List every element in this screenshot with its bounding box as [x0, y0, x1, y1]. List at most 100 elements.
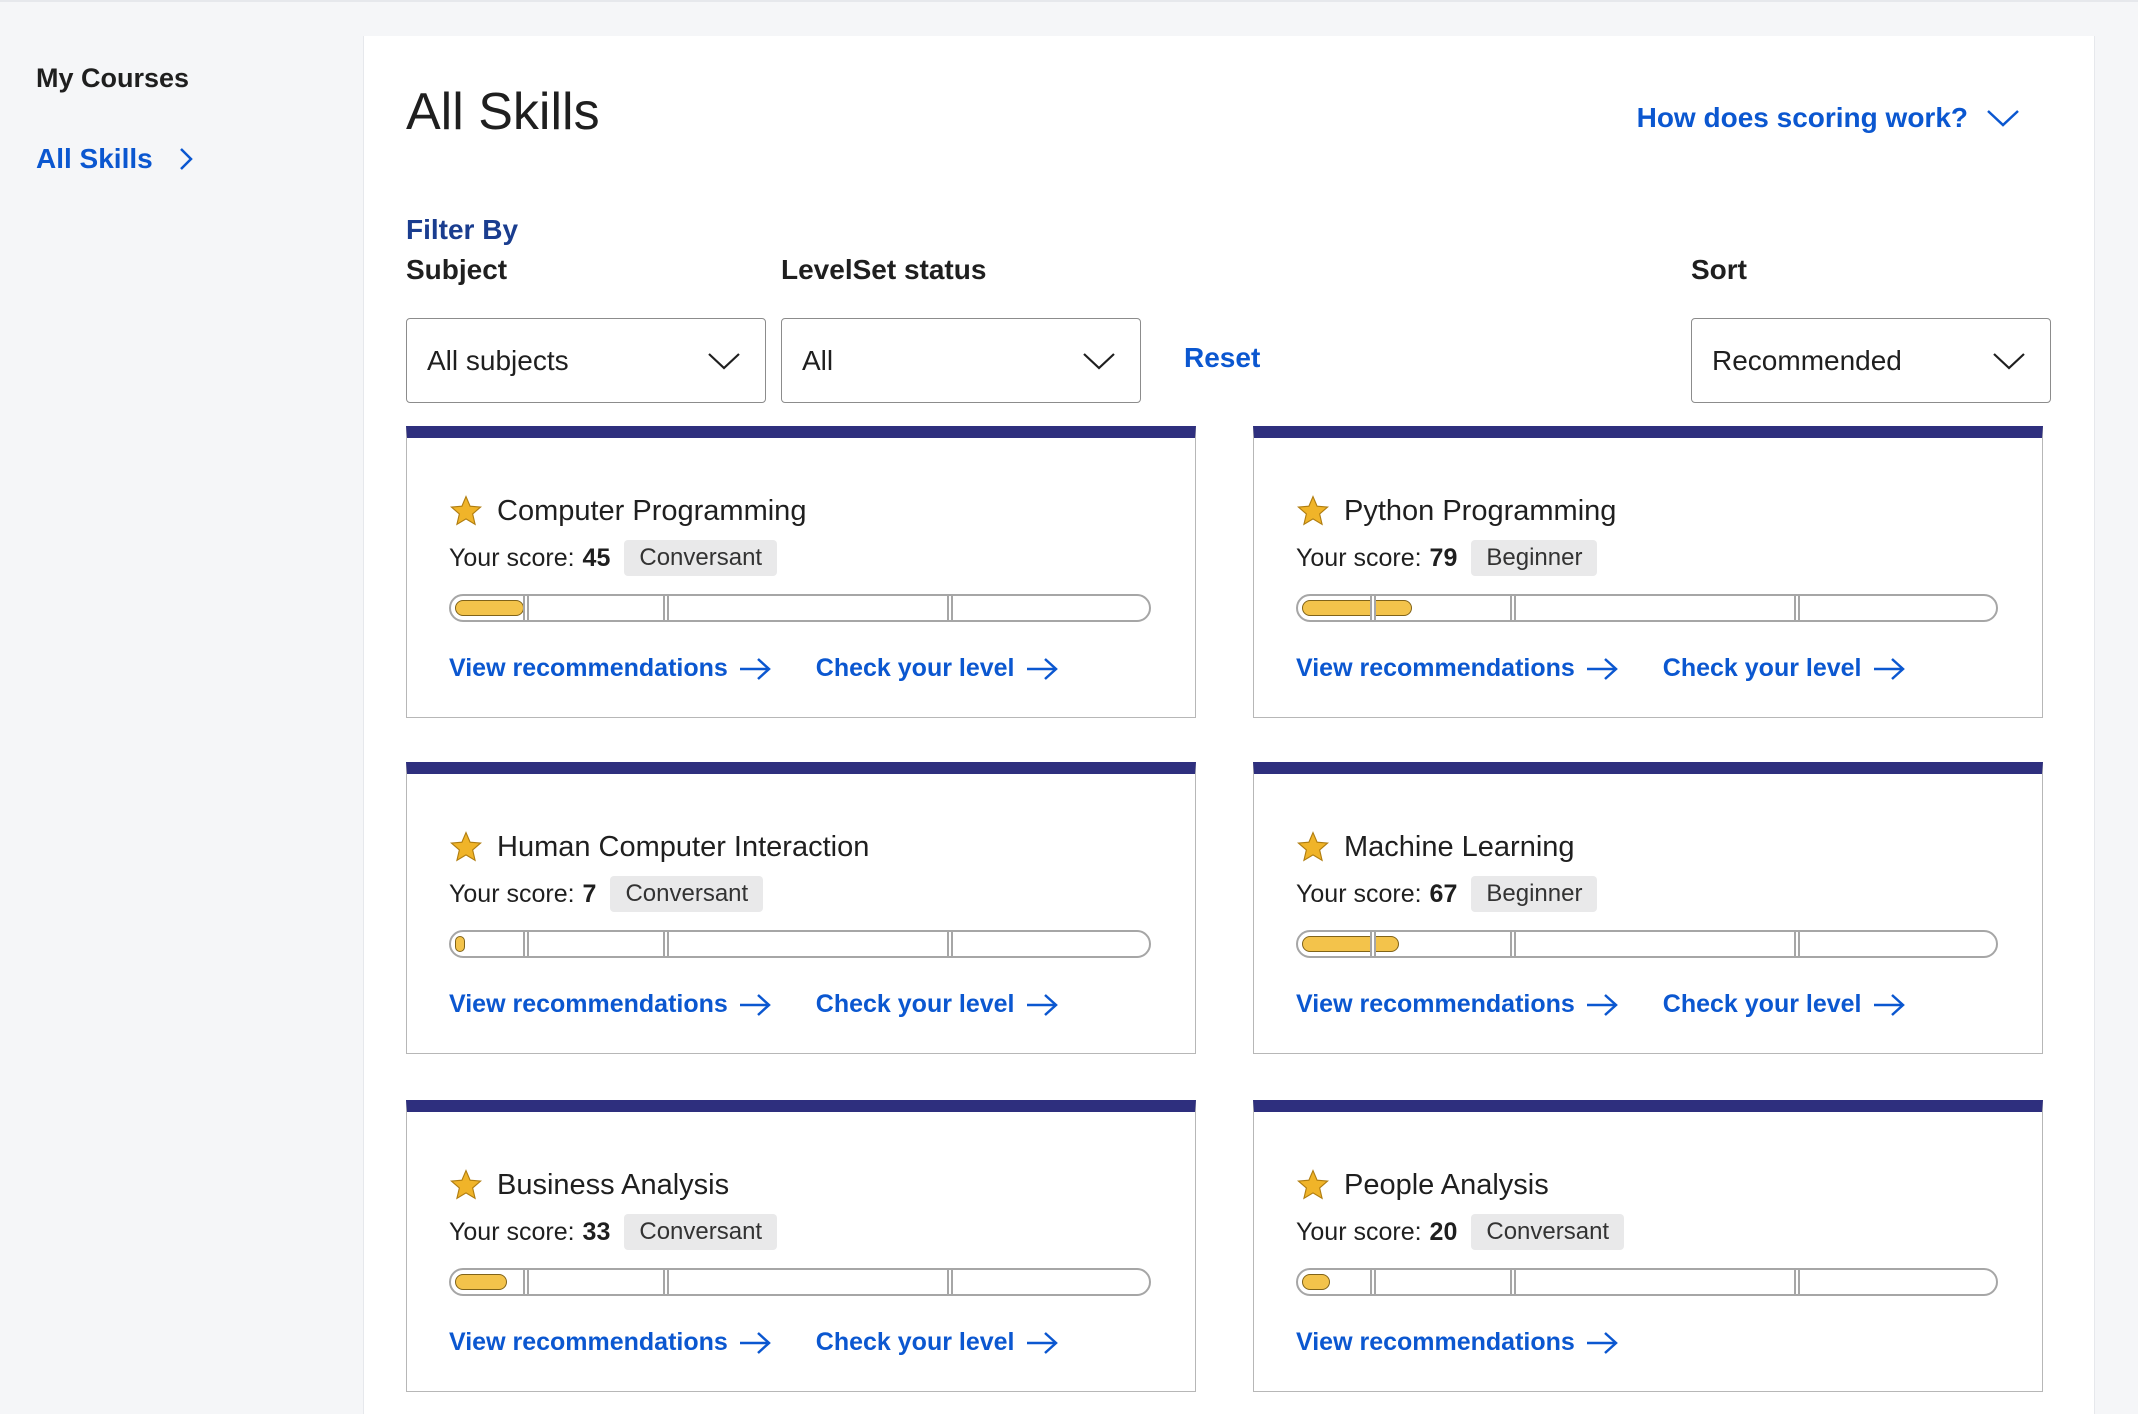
levelset-filter-label: LevelSet status: [781, 254, 987, 285]
subject-select-value: All subjects: [427, 344, 569, 376]
check-your-level-link[interactable]: Check your level: [816, 990, 1059, 1019]
star-icon: [450, 1169, 482, 1200]
score-row: Your score: 67 Beginner: [1296, 876, 1598, 912]
reset-filters-button[interactable]: Reset: [1184, 342, 1260, 374]
level-badge: Beginner: [1471, 876, 1598, 912]
skill-name: Computer Programming: [497, 494, 807, 527]
page-title: All Skills: [406, 83, 600, 141]
check-your-level-link[interactable]: Check your level: [816, 1328, 1059, 1357]
progress-divider: [947, 932, 953, 956]
skill-title-row: Human Computer Interaction: [449, 830, 869, 864]
progress-fill: [455, 936, 465, 952]
card-actions: View recommendations Check your level: [1296, 654, 1950, 683]
star-icon: [450, 831, 482, 862]
check-level-label: Check your level: [815, 1328, 1015, 1356]
view-recommendations-label: View recommendations: [449, 654, 728, 682]
score-row: Your score: 33 Conversant: [449, 1214, 778, 1250]
skill-title-row: Business Analysis: [449, 1168, 729, 1202]
filter-by-heading: Filter By: [406, 214, 519, 245]
skill-name: Human Computer Interaction: [497, 830, 870, 863]
score-value: 45: [582, 543, 611, 572]
sidebar: My Courses All Skills: [36, 58, 336, 175]
skill-card: Python Programming Your score: 79 Beginner V…: [1253, 426, 2043, 718]
subject-select[interactable]: All subjects: [406, 318, 766, 403]
progress-divider: [663, 932, 669, 956]
view-recommendations-link[interactable]: View recommendations: [1296, 990, 1619, 1019]
progress-divider: [1794, 596, 1800, 620]
sort-label: Sort: [1691, 254, 1747, 285]
check-level-label: Check your level: [815, 654, 1015, 682]
score-value: 79: [1429, 543, 1458, 572]
sort-select[interactable]: Recommended: [1691, 318, 2051, 403]
score-value: 20: [1429, 1217, 1458, 1246]
progress-divider: [523, 596, 529, 620]
card-actions: View recommendations Check your level: [449, 990, 1103, 1019]
arrow-right-icon: [1026, 1331, 1058, 1354]
score-progress-bar: [449, 1268, 1151, 1296]
score-value: 33: [582, 1217, 611, 1246]
card-actions: View recommendations: [1296, 1328, 1663, 1357]
score-label: Your score:: [1296, 879, 1422, 908]
sort-select-value: Recommended: [1712, 344, 1902, 376]
sidebar-heading[interactable]: My Courses: [36, 58, 336, 98]
score-progress-bar: [449, 594, 1151, 622]
view-recommendations-label: View recommendations: [449, 1328, 728, 1356]
skill-card: People Analysis Your score: 20 Conversant Vi…: [1253, 1100, 2043, 1392]
check-your-level-link[interactable]: Check your level: [816, 654, 1059, 683]
level-badge: Conversant: [610, 876, 764, 912]
skill-card: Business Analysis Your score: 33 Conversant…: [406, 1100, 1196, 1392]
score-value: 67: [1429, 879, 1458, 908]
scoring-info-toggle[interactable]: How does scoring work?: [1637, 102, 2020, 134]
arrow-right-icon: [1873, 993, 1905, 1016]
progress-fill: [455, 1274, 507, 1290]
progress-divider: [1794, 1270, 1800, 1294]
arrow-right-icon: [1026, 657, 1058, 680]
score-label: Your score:: [449, 1217, 575, 1246]
sidebar-item-label: All Skills: [36, 143, 153, 174]
sidebar-item-all-skills[interactable]: All Skills: [36, 143, 336, 175]
progress-divider: [523, 1270, 529, 1294]
skill-card: Human Computer Interaction Your score: 7 Co…: [406, 762, 1196, 1054]
levelset-select[interactable]: All: [781, 318, 1141, 403]
arrow-right-icon: [739, 1331, 771, 1354]
skill-name: Business Analysis: [497, 1168, 730, 1201]
skill-title-row: Machine Learning: [1296, 830, 1575, 864]
view-recommendations-link[interactable]: View recommendations: [449, 990, 772, 1019]
score-progress-bar: [449, 930, 1151, 958]
score-row: Your score: 79 Beginner: [1296, 540, 1598, 576]
arrow-right-icon: [1586, 1331, 1618, 1354]
score-progress-bar: [1296, 1268, 1998, 1296]
skill-card: Computer Programming Your score: 45 Convers…: [406, 426, 1196, 718]
progress-fill: [1302, 600, 1412, 616]
skill-title-row: Python Programming: [1296, 494, 1616, 528]
score-label: Your score:: [1296, 1217, 1422, 1246]
view-recommendations-link[interactable]: View recommendations: [449, 1328, 772, 1357]
progress-divider: [1370, 1270, 1376, 1294]
subject-filter-label: Subject: [406, 254, 508, 285]
progress-fill: [1302, 1274, 1330, 1290]
score-value: 7: [582, 879, 597, 908]
check-your-level-link[interactable]: Check your level: [1663, 654, 1906, 683]
check-your-level-link[interactable]: Check your level: [1663, 990, 1906, 1019]
check-level-label: Check your level: [1662, 990, 1862, 1018]
skill-name: Machine Learning: [1344, 830, 1575, 863]
chevron-down-icon: [1987, 110, 2019, 127]
progress-divider: [947, 1270, 953, 1294]
score-label: Your score:: [449, 543, 575, 572]
view-recommendations-link[interactable]: View recommendations: [1296, 654, 1619, 683]
view-recommendations-link[interactable]: View recommendations: [1296, 1328, 1619, 1357]
check-level-label: Check your level: [815, 990, 1015, 1018]
progress-divider: [663, 596, 669, 620]
view-recommendations-label: View recommendations: [449, 990, 728, 1018]
star-icon: [450, 495, 482, 526]
progress-divider: [1510, 932, 1516, 956]
card-actions: View recommendations Check your level: [1296, 990, 1950, 1019]
progress-divider: [663, 1270, 669, 1294]
chevron-down-icon: [708, 352, 740, 370]
score-label: Your score:: [449, 879, 575, 908]
level-badge: Beginner: [1471, 540, 1598, 576]
view-recommendations-link[interactable]: View recommendations: [449, 654, 772, 683]
score-row: Your score: 45 Conversant: [449, 540, 778, 576]
score-row: Your score: 7 Conversant: [449, 876, 764, 912]
arrow-right-icon: [739, 993, 771, 1016]
